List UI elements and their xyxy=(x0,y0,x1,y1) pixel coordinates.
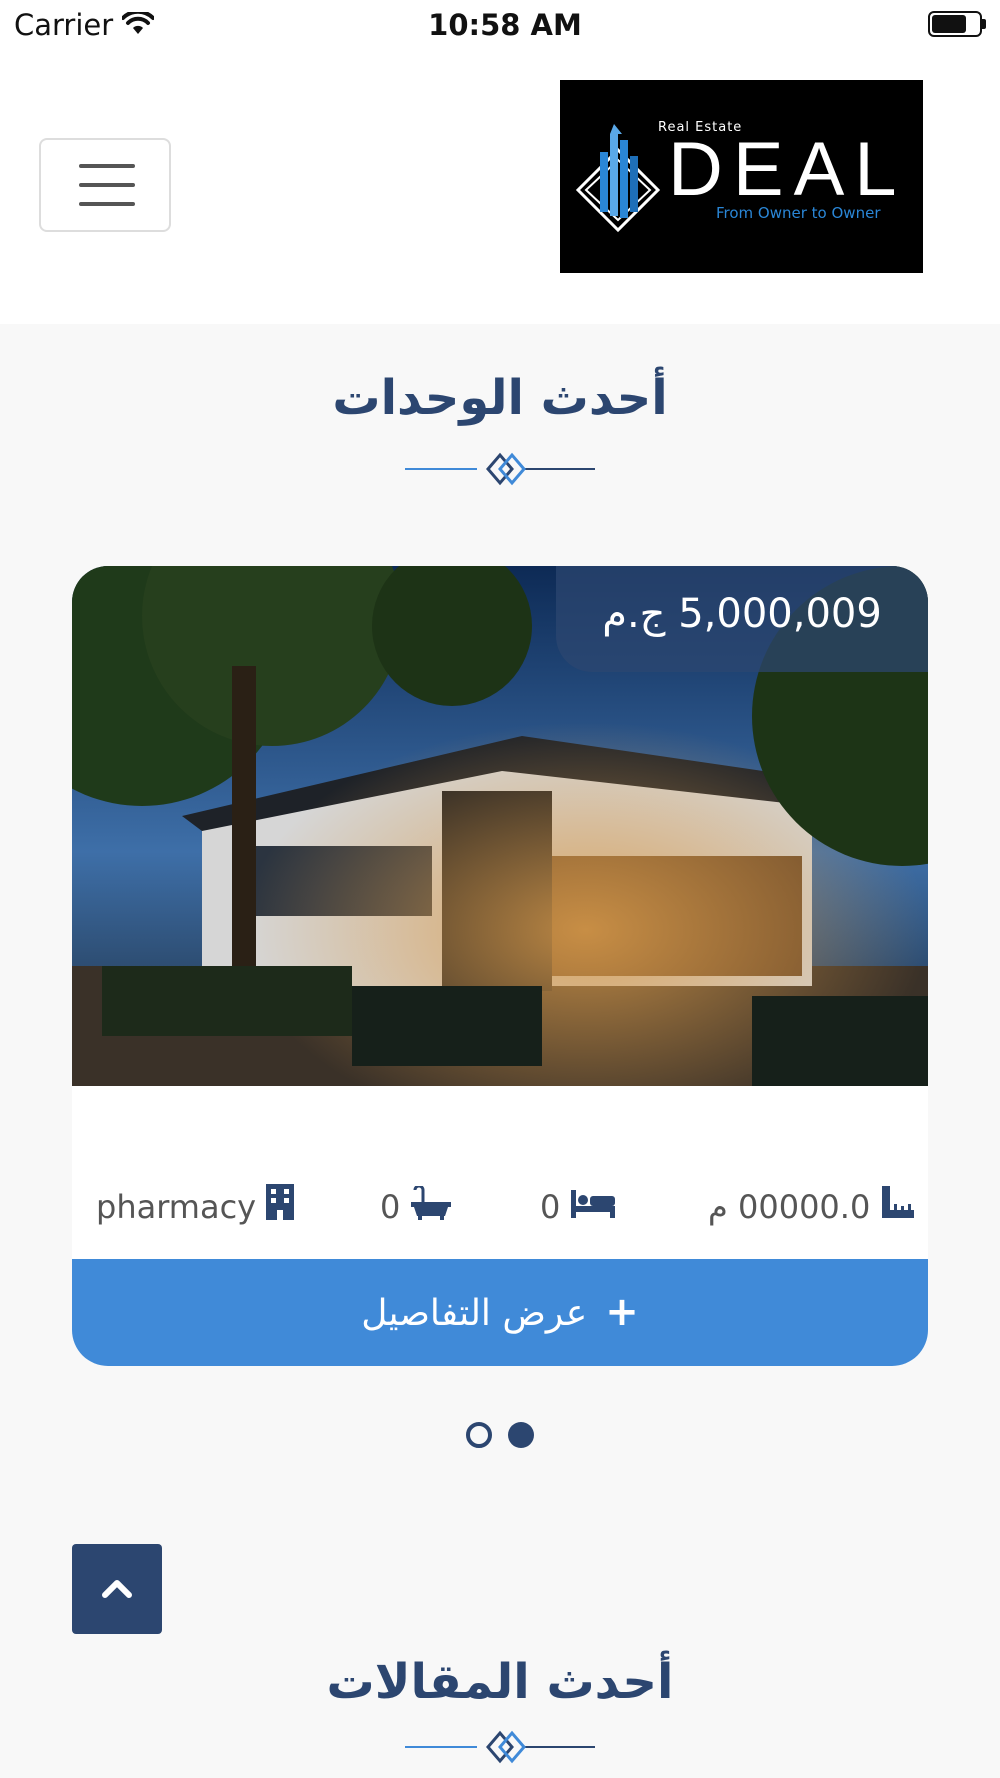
latest-units-title: أحدث الوحدات xyxy=(332,370,668,426)
site-logo[interactable]: Real Estate DEAL From Owner to Owner xyxy=(560,80,923,273)
latest-articles-title: أحدث المقالات xyxy=(326,1654,674,1710)
status-bar: Carrier 10:58 AM xyxy=(0,0,1000,50)
section-divider xyxy=(405,452,595,486)
price-badge: 5,000,009 ج.م xyxy=(556,566,928,672)
menu-toggle-button[interactable] xyxy=(39,138,171,232)
view-details-button[interactable]: + عرض التفاصيل xyxy=(72,1259,928,1366)
logo-tagline: From Owner to Owner xyxy=(716,204,881,222)
carousel-dot-active[interactable] xyxy=(508,1422,534,1448)
view-details-label: عرض التفاصيل xyxy=(361,1293,588,1334)
clock: 10:58 AM xyxy=(428,8,582,42)
unit-card[interactable]: 5,000,009 ج.م 00000.0 م 0 0 pharmacy +عر… xyxy=(72,566,928,1366)
plus-icon: + xyxy=(605,1289,639,1335)
site-header: Real Estate DEAL From Owner to Owner xyxy=(0,50,1000,324)
bedrooms-value: 0 xyxy=(540,1188,561,1226)
ruler-icon xyxy=(880,1184,916,1234)
building-icon xyxy=(266,1184,295,1234)
logo-brand: DEAL xyxy=(668,127,907,212)
feature-bathrooms: 0 xyxy=(380,1182,451,1232)
feature-bedrooms: 0 xyxy=(540,1182,615,1232)
back-to-top-button[interactable] xyxy=(72,1544,162,1634)
feature-area: 00000.0 م xyxy=(708,1182,916,1232)
battery-icon xyxy=(928,11,986,37)
area-value: 00000.0 م xyxy=(708,1188,871,1226)
logo-building-icon xyxy=(575,124,661,233)
feature-type: pharmacy xyxy=(96,1182,295,1234)
bath-icon xyxy=(410,1184,451,1234)
bathrooms-value: 0 xyxy=(380,1188,401,1226)
bed-icon xyxy=(570,1184,615,1234)
carousel-dot[interactable] xyxy=(466,1422,492,1448)
section-divider xyxy=(405,1730,595,1764)
unit-features: 00000.0 م 0 0 pharmacy xyxy=(72,1086,928,1259)
main-content: أحدث الوحدات 5,000,009 ج.م 00000.0 م 0 0… xyxy=(0,324,1000,1778)
type-value: pharmacy xyxy=(96,1188,257,1226)
chevron-up-icon xyxy=(102,1580,132,1598)
